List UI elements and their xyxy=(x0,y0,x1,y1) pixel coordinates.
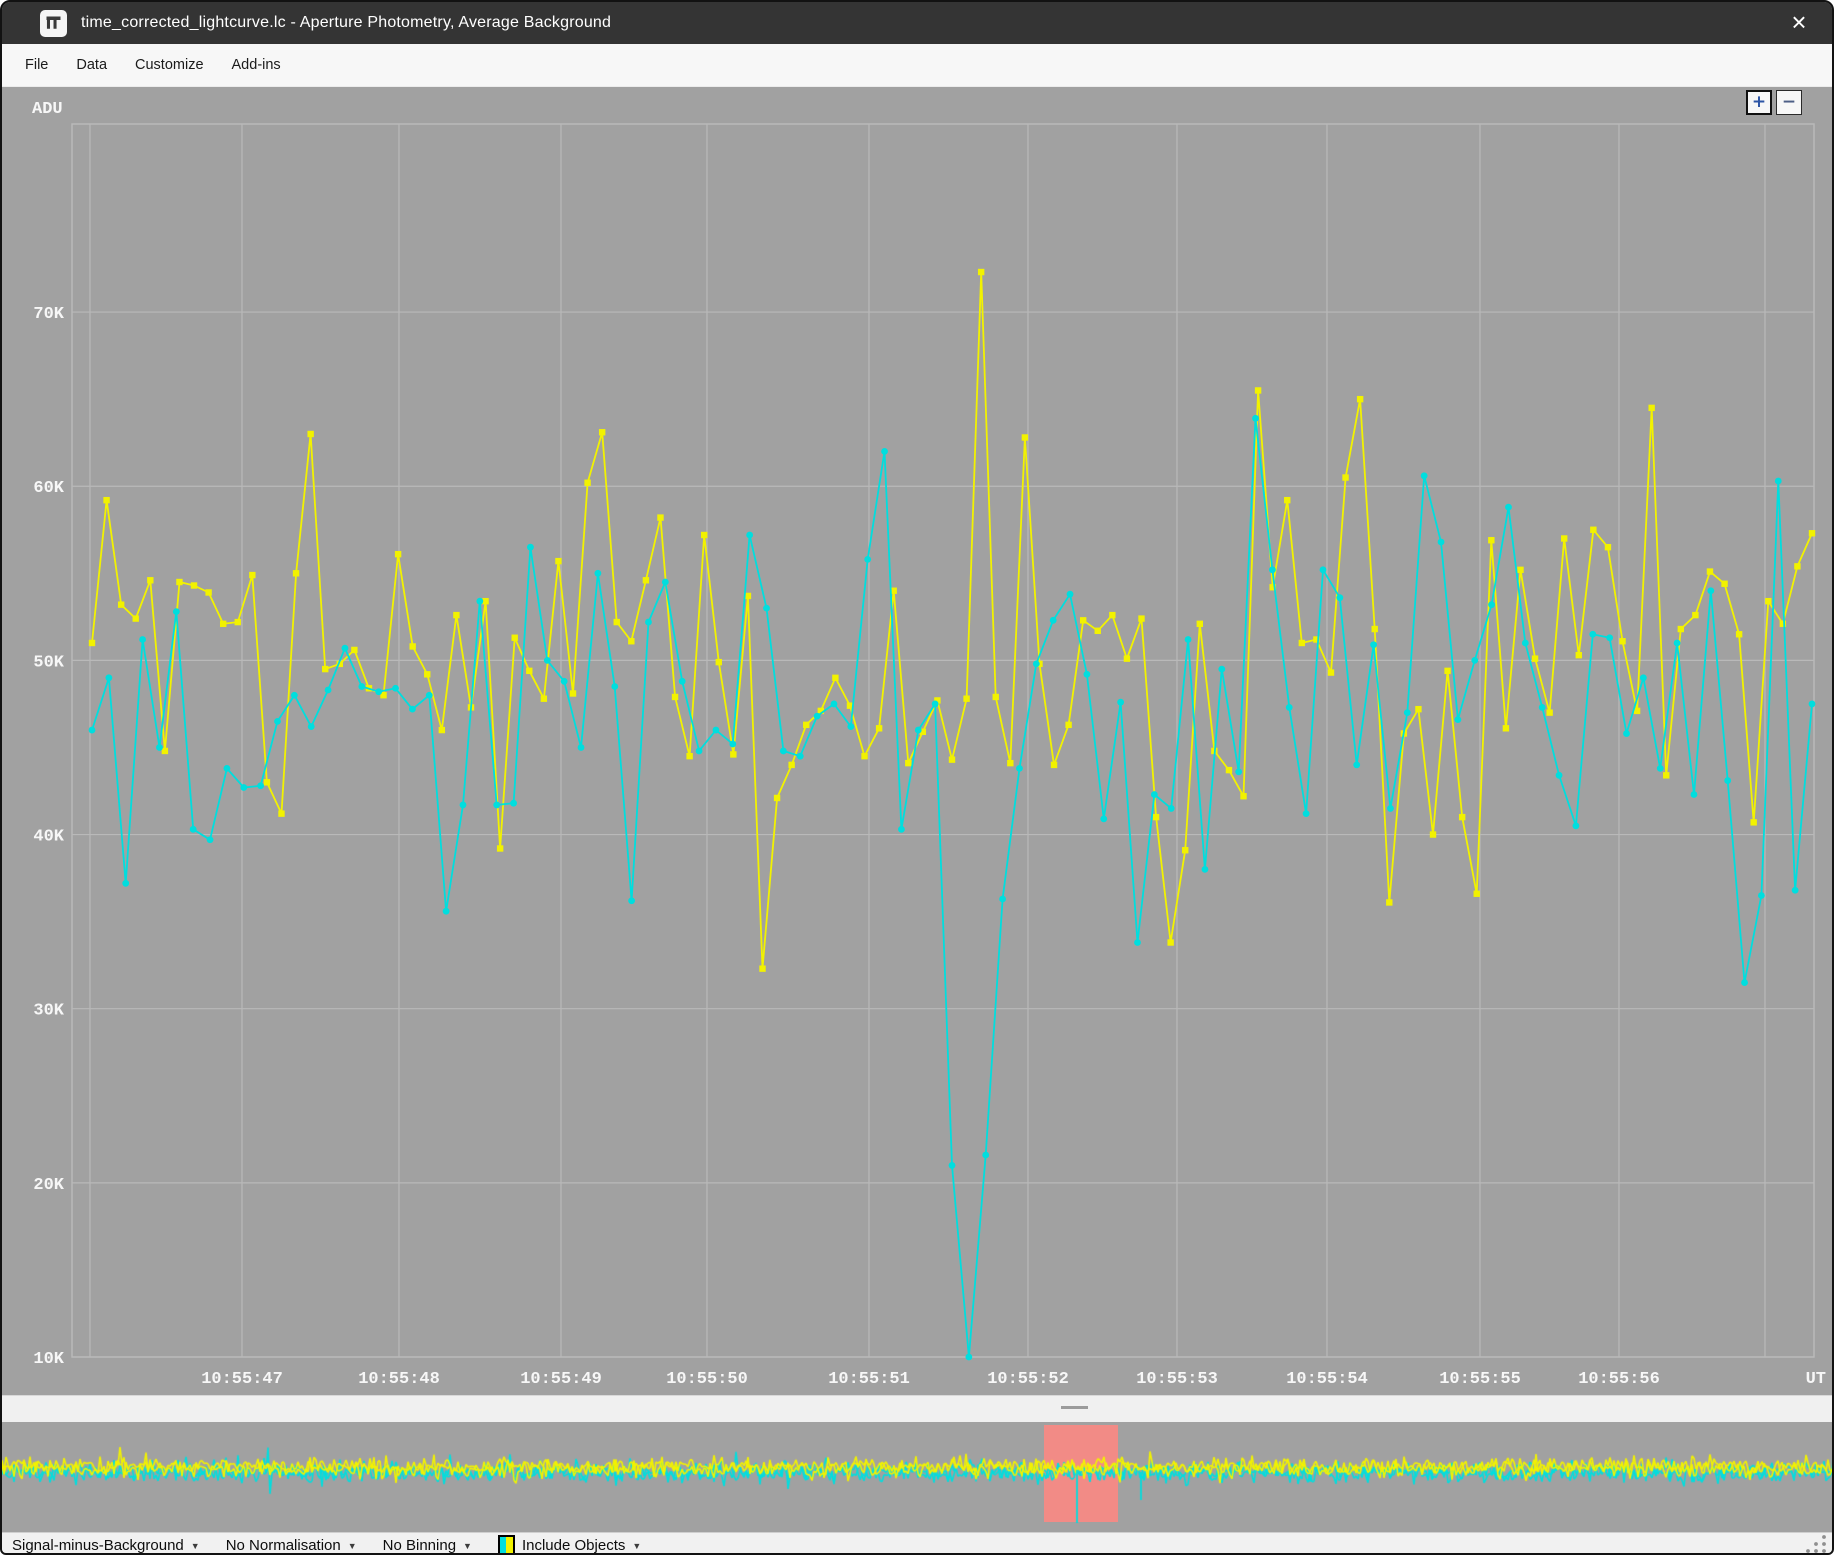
lightcurve-chart-area: ADU 70K 60K 50K 40K 30K 20K 10K 10:55:47 10:55:48… xyxy=(2,87,1834,1395)
menu-addins[interactable]: Add-ins xyxy=(218,44,295,86)
svg-text:70K: 70K xyxy=(33,305,64,324)
title-bar: time_corrected_lightcurve.lc - Aperture … xyxy=(2,2,1832,44)
menu-bar: File Data Customize Add-ins xyxy=(2,44,1832,87)
binning-dropdown[interactable]: No Binning ▼ xyxy=(383,1537,472,1554)
close-icon[interactable]: × xyxy=(1782,6,1816,40)
window-title: time_corrected_lightcurve.lc - Aperture … xyxy=(81,14,611,32)
objects-color-icon xyxy=(498,1535,515,1555)
svg-text:10:55:51: 10:55:51 xyxy=(828,1370,910,1389)
zoom-out-button[interactable]: − xyxy=(1776,90,1802,115)
normalisation-dropdown[interactable]: No Normalisation ▼ xyxy=(226,1537,357,1554)
svg-text:10:55:54: 10:55:54 xyxy=(1286,1370,1368,1389)
menu-file[interactable]: File xyxy=(11,44,62,86)
lightcurve-plot[interactable]: ADU 70K 60K 50K 40K 30K 20K 10K 10:55:47 10:55:48… xyxy=(2,87,1834,1395)
svg-text:UT: UT xyxy=(1806,1370,1826,1389)
splitter-handle-icon[interactable] xyxy=(1061,1406,1088,1409)
svg-text:10:55:47: 10:55:47 xyxy=(201,1370,283,1389)
reduction-mode-label: Signal-minus-Background xyxy=(12,1537,184,1554)
include-objects-dropdown[interactable]: Include Objects ▼ xyxy=(498,1535,641,1555)
resize-grip-icon[interactable] xyxy=(1806,1534,1828,1554)
svg-text:30K: 30K xyxy=(33,1002,64,1021)
svg-text:10:55:55: 10:55:55 xyxy=(1439,1370,1521,1389)
app-logo-icon xyxy=(40,10,67,37)
overview-waveform[interactable] xyxy=(2,1422,1834,1532)
binning-label: No Binning xyxy=(383,1537,456,1554)
menu-data[interactable]: Data xyxy=(62,44,121,86)
svg-text:ADU: ADU xyxy=(32,100,63,119)
normalisation-label: No Normalisation xyxy=(226,1537,341,1554)
svg-text:20K: 20K xyxy=(33,1176,64,1195)
chevron-down-icon: ▼ xyxy=(191,1539,200,1551)
svg-text:10:55:56: 10:55:56 xyxy=(1578,1370,1660,1389)
chevron-down-icon: ▼ xyxy=(463,1539,472,1551)
svg-text:10:55:49: 10:55:49 xyxy=(520,1370,602,1389)
reduction-mode-dropdown[interactable]: Signal-minus-Background ▼ xyxy=(12,1537,200,1554)
chevron-down-icon: ▼ xyxy=(348,1539,357,1551)
chevron-down-icon: ▼ xyxy=(632,1539,641,1551)
svg-text:10K: 10K xyxy=(33,1350,64,1369)
menu-customize[interactable]: Customize xyxy=(121,44,218,86)
overview-strip xyxy=(2,1422,1834,1532)
svg-text:10:55:52: 10:55:52 xyxy=(987,1370,1069,1389)
app-window: time_corrected_lightcurve.lc - Aperture … xyxy=(0,0,1834,1555)
include-objects-label: Include Objects xyxy=(522,1537,625,1554)
svg-text:60K: 60K xyxy=(33,479,64,498)
svg-text:10:55:53: 10:55:53 xyxy=(1136,1370,1218,1389)
status-bar: Signal-minus-Background ▼ No Normalisati… xyxy=(2,1532,1832,1555)
svg-text:10:55:48: 10:55:48 xyxy=(358,1370,440,1389)
chart-splitter[interactable] xyxy=(2,1395,1832,1422)
svg-text:10:55:50: 10:55:50 xyxy=(666,1370,748,1389)
svg-text:50K: 50K xyxy=(33,653,64,672)
svg-text:40K: 40K xyxy=(33,828,64,847)
zoom-in-button[interactable]: + xyxy=(1746,90,1772,115)
